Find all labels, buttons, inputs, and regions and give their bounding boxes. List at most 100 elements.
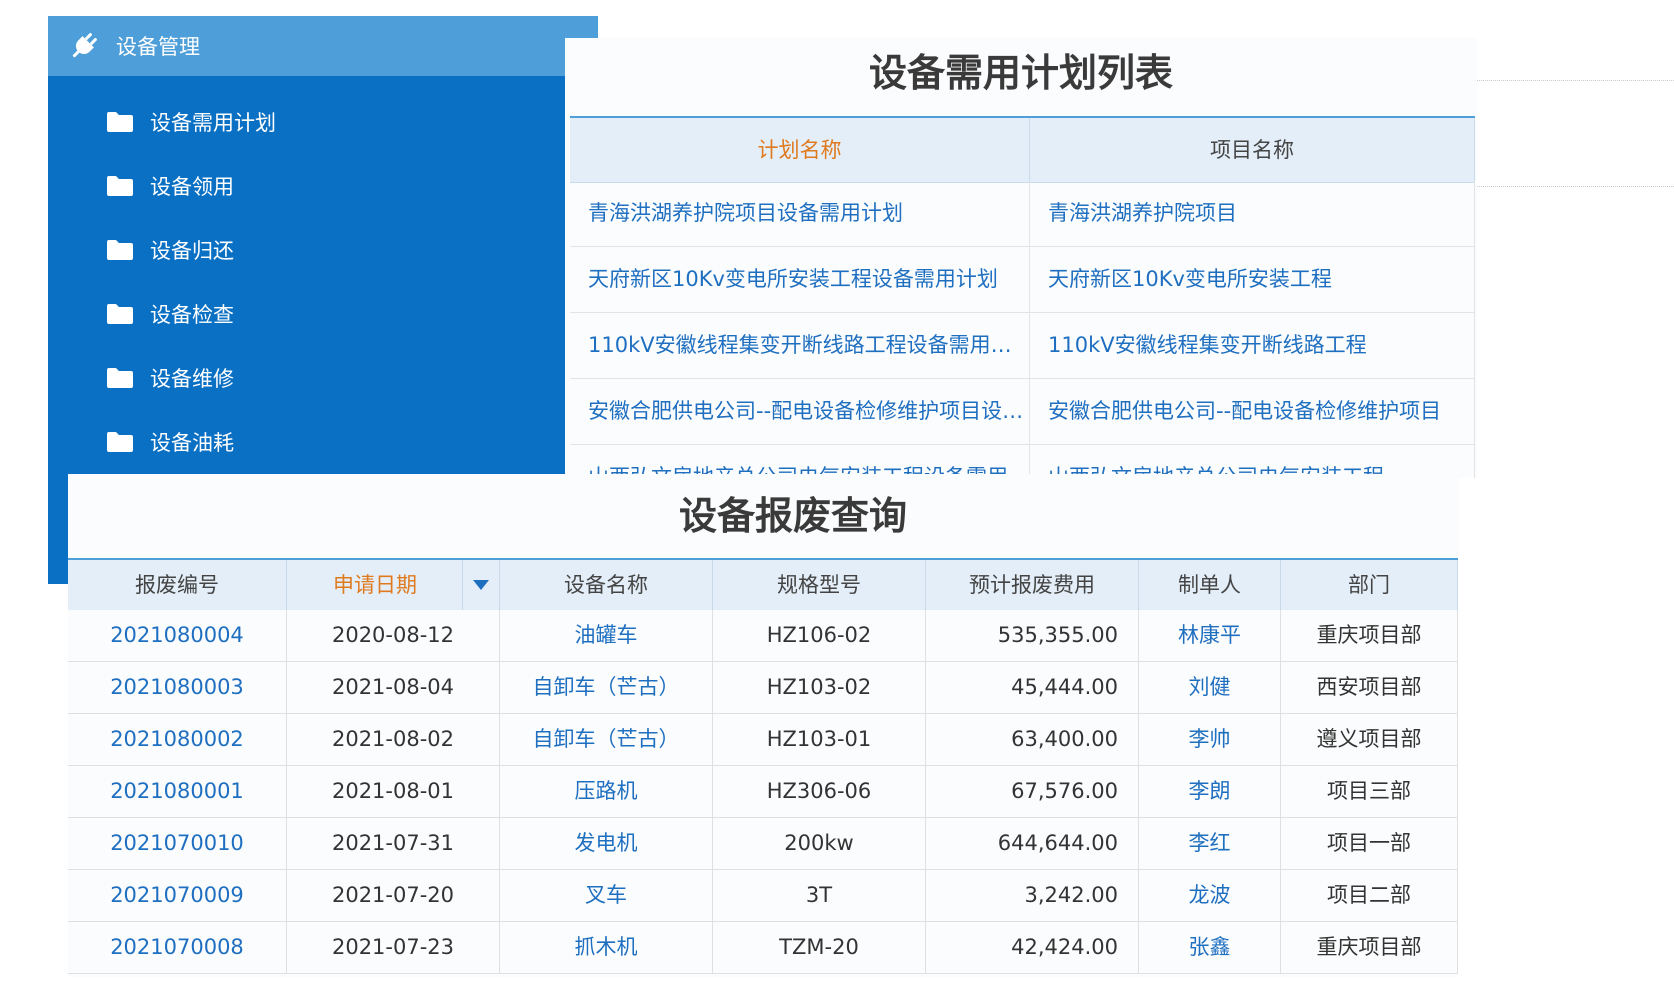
apply-date-cell: 2021-08-04 — [287, 662, 500, 713]
equipment-name-link[interactable]: 叉车 — [500, 870, 713, 921]
plan-name-link[interactable]: 天府新区10Kv变电所安装工程设备需用计划 — [570, 247, 1030, 312]
sidebar-item[interactable]: 设备领用 — [48, 156, 568, 216]
table-row[interactable]: 天府新区10Kv变电所安装工程设备需用计划 天府新区10Kv变电所安装工程 — [570, 247, 1475, 313]
table-row[interactable]: 2021070010 2021-07-31 发电机 200kw 644,644.00 李红… — [68, 818, 1458, 870]
creator-link[interactable]: 龙波 — [1139, 870, 1281, 921]
folder-icon — [107, 304, 133, 324]
sidebar-item[interactable]: 设备需用计划 — [48, 92, 568, 152]
department-cell: 项目二部 — [1281, 870, 1458, 921]
sidebar-item[interactable]: 设备检查 — [48, 284, 568, 344]
column-header-apply-date-label: 申请日期 — [333, 573, 417, 597]
table-row[interactable]: 2021080002 2021-08-02 自卸车（芒古） HZ103-01 63,40… — [68, 714, 1458, 766]
sidebar-header-equipment-management[interactable]: 设备管理 — [48, 16, 598, 76]
scrap-no-link[interactable]: 2021080004 — [68, 610, 287, 661]
column-header-spec-model[interactable]: 规格型号 — [713, 560, 926, 610]
equipment-name-link[interactable]: 压路机 — [500, 766, 713, 817]
table-row[interactable]: 青海洪湖养护院项目设备需用计划 青海洪湖养护院项目 — [570, 181, 1475, 247]
folder-icon — [107, 112, 133, 132]
column-header-scrap-no[interactable]: 报废编号 — [68, 560, 287, 610]
creator-link[interactable]: 林康平 — [1139, 610, 1281, 661]
estimated-cost-cell: 535,355.00 — [926, 610, 1139, 661]
table-row[interactable]: 2021070008 2021-07-23 抓木机 TZM-20 42,424.00 张鑫… — [68, 922, 1458, 974]
scrap-table-body: 2021080004 2020-08-12 油罐车 HZ106-02 535,355.0… — [68, 610, 1458, 974]
column-header-equipment-name[interactable]: 设备名称 — [500, 560, 713, 610]
equipment-name-link[interactable]: 自卸车（芒古） — [500, 714, 713, 765]
demand-plan-table-body: 青海洪湖养护院项目设备需用计划 青海洪湖养护院项目 天府新区10Kv变电所安装工程设… — [570, 181, 1475, 478]
spec-model-cell: HZ103-01 — [713, 714, 926, 765]
spec-model-cell: 3T — [713, 870, 926, 921]
creator-link[interactable]: 李帅 — [1139, 714, 1281, 765]
equipment-name-link[interactable]: 油罐车 — [500, 610, 713, 661]
department-cell: 西安项目部 — [1281, 662, 1458, 713]
table-row[interactable]: 110kV安徽线程集变开断线路工程设备需用计划 110kV安徽线程集变开断线路工程 — [570, 313, 1475, 379]
scrap-no-link[interactable]: 2021080001 — [68, 766, 287, 817]
plan-name-link[interactable]: 青海洪湖养护院项目设备需用计划 — [570, 181, 1030, 246]
estimated-cost-cell: 67,576.00 — [926, 766, 1139, 817]
folder-icon — [107, 368, 133, 388]
department-cell: 重庆项目部 — [1281, 922, 1458, 973]
column-header-apply-date[interactable]: 申请日期 — [287, 560, 500, 610]
sidebar-item-label: 设备归还 — [150, 239, 234, 263]
column-header-project-name[interactable]: 项目名称 — [1030, 118, 1475, 182]
scrap-no-link[interactable]: 2021070009 — [68, 870, 287, 921]
scrap-table-header: 报废编号 申请日期 设备名称 规格型号 预计报废费用 制单人 部门 — [68, 558, 1458, 610]
sidebar-item-label: 设备检查 — [150, 303, 234, 327]
caret-down-icon[interactable] — [462, 560, 499, 610]
sidebar-item-label: 设备领用 — [150, 175, 234, 199]
apply-date-cell: 2021-08-02 — [287, 714, 500, 765]
folder-icon — [107, 176, 133, 196]
sidebar-item-label: 设备油耗 — [150, 431, 234, 455]
spec-model-cell: HZ306-06 — [713, 766, 926, 817]
estimated-cost-cell: 644,644.00 — [926, 818, 1139, 869]
demand-plan-title: 设备需用计划列表 — [868, 51, 1173, 95]
project-name-link[interactable]: 110kV安徽线程集变开断线路工程 — [1030, 313, 1475, 378]
column-header-department[interactable]: 部门 — [1281, 560, 1458, 610]
creator-link[interactable]: 刘健 — [1139, 662, 1281, 713]
divider — [1477, 186, 1674, 187]
estimated-cost-cell: 42,424.00 — [926, 922, 1139, 973]
sidebar-item[interactable]: 设备归还 — [48, 220, 568, 280]
estimated-cost-cell: 45,444.00 — [926, 662, 1139, 713]
table-row[interactable]: 2021070009 2021-07-20 叉车 3T 3,242.00 龙波 项目二部 — [68, 870, 1458, 922]
folder-icon — [107, 240, 133, 260]
plan-name-link[interactable]: 安徽合肥供电公司--配电设备检修维护项目设备需用计划 — [570, 379, 1030, 444]
plan-name-link[interactable]: 110kV安徽线程集变开断线路工程设备需用计划 — [570, 313, 1030, 378]
table-row[interactable]: 安徽合肥供电公司--配电设备检修维护项目设备需用计划安徽合肥供电公司--配电设备… — [570, 379, 1475, 445]
table-row[interactable]: 2021080003 2021-08-04 自卸车（芒古） HZ103-02 45,44… — [68, 662, 1458, 714]
table-row[interactable]: 2021080004 2020-08-12 油罐车 HZ106-02 535,355.0… — [68, 610, 1458, 662]
department-cell: 重庆项目部 — [1281, 610, 1458, 661]
column-header-plan-name[interactable]: 计划名称 — [570, 118, 1030, 182]
project-name-link[interactable]: 天府新区10Kv变电所安装工程 — [1030, 247, 1475, 312]
column-header-creator[interactable]: 制单人 — [1139, 560, 1281, 610]
scrap-no-link[interactable]: 2021070010 — [68, 818, 287, 869]
project-name-link[interactable]: 安徽合肥供电公司--配电设备检修维护项目 — [1030, 379, 1475, 444]
scrap-query-panel: 设备报废查询 报废编号 申请日期 设备名称 规格型号 预计报废费用 制单人 部门… — [68, 474, 1458, 977]
apply-date-cell: 2021-07-20 — [287, 870, 500, 921]
scrap-no-link[interactable]: 2021080002 — [68, 714, 287, 765]
sidebar-item-label: 设备需用计划 — [150, 111, 276, 135]
equipment-name-link[interactable]: 发电机 — [500, 818, 713, 869]
creator-link[interactable]: 张鑫 — [1139, 922, 1281, 973]
equipment-name-link[interactable]: 抓木机 — [500, 922, 713, 973]
creator-link[interactable]: 李红 — [1139, 818, 1281, 869]
scrap-no-link[interactable]: 2021080003 — [68, 662, 287, 713]
estimated-cost-cell: 63,400.00 — [926, 714, 1139, 765]
sidebar-item-label: 设备维修 — [150, 367, 234, 391]
column-header-estimated-cost[interactable]: 预计报废费用 — [926, 560, 1139, 610]
apply-date-cell: 2021-07-23 — [287, 922, 500, 973]
apply-date-cell: 2020-08-12 — [287, 610, 500, 661]
demand-plan-panel: 设备需用计划列表 计划名称 项目名称 青海洪湖养护院项目设备需用计划 青海洪湖养护… — [565, 38, 1477, 478]
apply-date-cell: 2021-08-01 — [287, 766, 500, 817]
project-name-link[interactable]: 青海洪湖养护院项目 — [1030, 181, 1475, 246]
sidebar-item[interactable]: 设备油耗 — [48, 412, 568, 472]
creator-link[interactable]: 李朗 — [1139, 766, 1281, 817]
divider — [1477, 80, 1674, 81]
equipment-name-link[interactable]: 自卸车（芒古） — [500, 662, 713, 713]
spec-model-cell: HZ103-02 — [713, 662, 926, 713]
sidebar-item[interactable]: 设备维修 — [48, 348, 568, 408]
department-cell: 项目三部 — [1281, 766, 1458, 817]
table-row[interactable]: 2021080001 2021-08-01 压路机 HZ306-06 67,576.00… — [68, 766, 1458, 818]
demand-plan-table-header: 计划名称 项目名称 — [570, 116, 1475, 183]
estimated-cost-cell: 3,242.00 — [926, 870, 1139, 921]
scrap-no-link[interactable]: 2021070008 — [68, 922, 287, 973]
